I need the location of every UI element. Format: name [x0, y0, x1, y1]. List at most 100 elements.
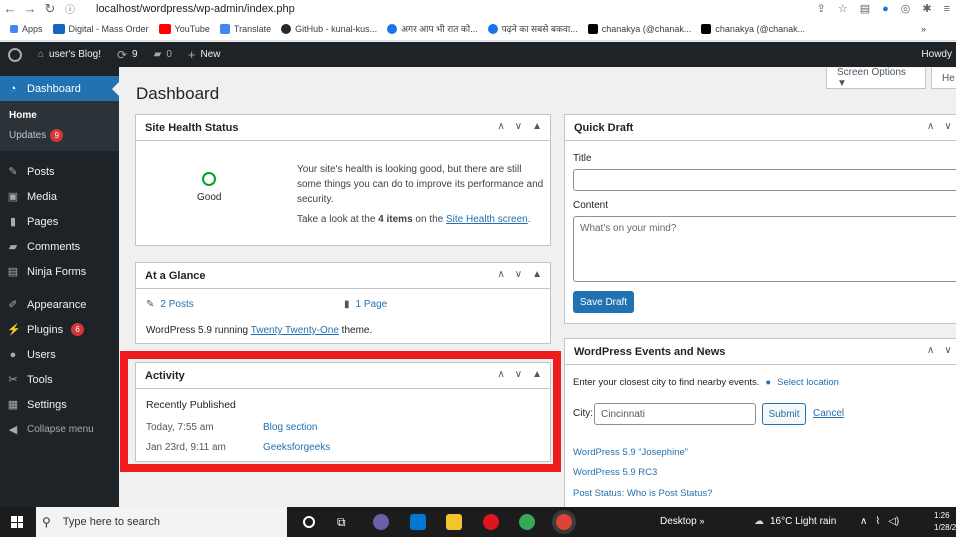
move-down-icon[interactable]: ∨ — [515, 121, 522, 132]
shield-icon[interactable]: ◎ — [901, 2, 911, 15]
move-down-icon[interactable]: ∨ — [515, 269, 522, 280]
file-explorer-icon[interactable] — [446, 514, 462, 530]
bookmark-youtube[interactable]: YouTube — [158, 23, 210, 34]
bookmarks-more[interactable]: » — [921, 24, 926, 34]
bookmark-digital[interactable]: Digital - Mass Order — [52, 23, 149, 34]
news-item[interactable]: WordPress 5.9 RC3 — [573, 467, 657, 478]
menu-settings[interactable]: ▦ Settings — [0, 392, 119, 417]
bookmark-chanakya-2[interactable]: chanakya (@chanak... — [701, 23, 805, 34]
submenu-home[interactable]: Home — [0, 105, 119, 125]
menu-appearance[interactable]: ✐ Appearance — [0, 292, 119, 317]
site-name[interactable]: ⌂ user's Blog! — [30, 42, 109, 67]
pages-count-link[interactable]: 1 Page — [356, 299, 388, 310]
network-icon[interactable]: ⌇ — [875, 516, 880, 527]
menu-icon[interactable]: ≡ — [944, 3, 950, 15]
bookmark-hindi-1[interactable]: अगर आप भी रात को... — [387, 22, 478, 35]
submit-button[interactable]: Submit — [762, 403, 806, 425]
app-icon[interactable] — [519, 514, 535, 530]
menu-media[interactable]: ▣ Media — [0, 184, 119, 209]
news-item[interactable]: WordPress 5.9 “Josephine” — [573, 447, 688, 458]
wp-logo[interactable] — [0, 42, 30, 67]
bookmark-chanakya-1[interactable]: chanakya (@chanak... — [587, 23, 691, 34]
media-icon: ▣ — [7, 191, 19, 203]
glance-title: At a Glance — [136, 263, 550, 289]
move-down-icon[interactable]: ∨ — [944, 121, 951, 132]
info-icon[interactable]: ⓘ — [60, 1, 80, 16]
task-view-icon[interactable]: ⧉ — [337, 515, 346, 530]
chrome-icon[interactable] — [556, 514, 572, 530]
menu-users[interactable]: ● Users — [0, 342, 119, 367]
opera-icon[interactable] — [483, 514, 499, 530]
menu-tools[interactable]: ✂ Tools — [0, 367, 119, 392]
desktop-toolbar[interactable]: Desktop » — [660, 516, 704, 527]
help-button[interactable]: He — [931, 68, 956, 89]
menu-pages[interactable]: ▮ Pages — [0, 209, 119, 234]
draft-content-label: Content — [573, 200, 609, 211]
howdy-menu[interactable]: Howdy — [913, 42, 956, 67]
news-item[interactable]: Post Status: Who is Post Status? — [573, 488, 712, 499]
city-label: City: — [573, 408, 593, 419]
system-tray[interactable]: ∧ ⌇ ◁) — [860, 516, 899, 527]
refresh-icon: ⟳ — [116, 47, 128, 62]
clock[interactable]: 1:26 1/28/2 — [934, 510, 956, 534]
github-icon — [281, 23, 292, 34]
chrome-icon — [387, 23, 398, 34]
menu-comments[interactable]: ▰ Comments — [0, 234, 119, 259]
save-draft-button[interactable]: Save Draft — [573, 291, 634, 313]
screen-options-button[interactable]: Screen Options ▼ — [826, 67, 926, 89]
move-up-icon[interactable]: ∧ — [497, 121, 504, 132]
reader-icon[interactable]: ▤ — [860, 2, 870, 15]
wp-admin-bar: ⌂ user's Blog! ⟳ 9 ▰ 0 + New Howdy — [0, 42, 956, 67]
forward-icon[interactable]: → — [20, 1, 40, 16]
chevron-up-icon[interactable]: ∧ — [860, 516, 867, 527]
updates-link[interactable]: ⟳ 9 — [109, 42, 146, 67]
select-location-link[interactable]: Select location — [777, 377, 839, 388]
red-highlight-box — [120, 351, 561, 472]
pin-icon: ✎ — [146, 299, 155, 310]
move-down-icon[interactable]: ∨ — [944, 345, 951, 356]
site-health-link[interactable]: Site Health screen — [446, 214, 528, 225]
toggle-icon[interactable]: ▲ — [532, 269, 542, 280]
share-icon[interactable]: ⇪ — [817, 2, 826, 15]
weather-widget[interactable]: ☁ 16°C Light rain — [754, 516, 836, 527]
move-up-icon[interactable]: ∧ — [497, 269, 504, 280]
extension-icon[interactable]: ● — [882, 3, 889, 15]
draft-content-textarea[interactable]: What's on your mind? — [573, 216, 956, 282]
submenu-updates[interactable]: Updates 9 — [0, 125, 119, 145]
cancel-link[interactable]: Cancel — [813, 408, 844, 419]
draft-title-input[interactable] — [573, 169, 956, 191]
move-up-icon[interactable]: ∧ — [927, 345, 934, 356]
pin-icon: ✎ — [8, 166, 18, 178]
reload-icon[interactable]: ↻ — [40, 1, 60, 17]
url-text[interactable]: localhost/wordpress/wp-admin/index.php — [96, 3, 295, 15]
bookmark-translate[interactable]: Translate — [219, 23, 271, 34]
bookmark-apps[interactable]: Apps — [10, 24, 43, 34]
bookmark-github[interactable]: GitHub - kunal-kus... — [281, 23, 377, 34]
comments-link[interactable]: ▰ 0 — [146, 42, 180, 67]
puzzle-icon[interactable]: ✱ — [922, 2, 931, 15]
menu-plugins[interactable]: ⚡ Plugins 6 — [0, 317, 119, 342]
widget-controls: ∧ ∨ ▲ — [497, 269, 542, 280]
taskbar-search[interactable]: ⚲ Type here to search — [36, 507, 287, 537]
back-icon[interactable]: ← — [0, 1, 20, 16]
menu-posts[interactable]: ✎ Posts — [0, 159, 119, 184]
star-icon[interactable]: ☆ — [838, 2, 848, 15]
city-input[interactable] — [594, 403, 756, 425]
vscode-icon[interactable] — [410, 514, 426, 530]
windows-taskbar: ⚲ Type here to search ⧉ Desktop » ☁ 16°C … — [0, 507, 956, 537]
posts-count-link[interactable]: 2 Posts — [160, 299, 193, 310]
move-up-icon[interactable]: ∧ — [927, 121, 934, 132]
windows-start-icon[interactable] — [11, 516, 23, 528]
menu-dashboard[interactable]: ◔ Dashboard — [0, 76, 119, 101]
quick-draft-title: Quick Draft — [565, 115, 956, 141]
volume-icon[interactable]: ◁) — [888, 516, 899, 527]
app-icon[interactable] — [373, 514, 389, 530]
health-status: Good — [197, 192, 222, 203]
menu-ninja-forms[interactable]: ▤ Ninja Forms — [0, 259, 119, 284]
bookmark-hindi-2[interactable]: पढ़ने का सबसे बकवा... — [487, 22, 578, 35]
collapse-menu[interactable]: ◀ Collapse menu — [0, 417, 119, 442]
new-content[interactable]: + New — [180, 42, 229, 67]
cortana-icon[interactable] — [303, 516, 315, 528]
theme-link[interactable]: Twenty Twenty-One — [251, 325, 339, 336]
toggle-icon[interactable]: ▲ — [532, 121, 542, 132]
